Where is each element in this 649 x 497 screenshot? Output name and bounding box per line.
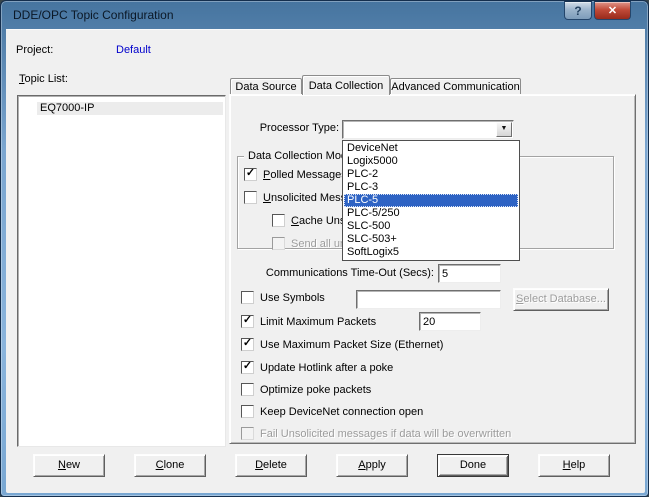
dropdown-option[interactable]: Logix5000: [344, 155, 518, 168]
cache-unsolicited-label: Cache Uns: [291, 215, 346, 227]
polled-messages-checkbox[interactable]: ✓: [244, 168, 257, 181]
optimize-poke-label: Optimize poke packets: [260, 384, 372, 396]
fail-unsolicited-label: Fail Unsolicited messages if data will b…: [260, 428, 512, 440]
tab-data-source[interactable]: Data Source: [230, 78, 302, 94]
check-icon: ✓: [242, 314, 253, 326]
processor-type-value[interactable]: [342, 120, 514, 139]
polled-messages-label: Polled Messages: [263, 169, 347, 181]
topic-list[interactable]: EQ7000-IP: [17, 95, 226, 447]
update-hotlink-checkbox[interactable]: ✓: [241, 361, 254, 374]
limit-packets-input[interactable]: [419, 312, 481, 331]
dropdown-option[interactable]: SoftLogix5: [344, 246, 518, 259]
update-hotlink-label: Update Hotlink after a poke: [260, 362, 394, 374]
project-value: Default: [116, 44, 151, 56]
fail-unsolicited-checkbox: [241, 427, 254, 440]
help-button-bottom[interactable]: Help: [538, 454, 610, 477]
cache-unsolicited-checkbox[interactable]: [272, 214, 285, 227]
window-title: DDE/OPC Topic Configuration: [13, 8, 174, 22]
select-database-button: Select Database...: [513, 288, 609, 311]
question-icon: ?: [574, 3, 582, 18]
keep-devicenet-label: Keep DeviceNet connection open: [260, 406, 424, 418]
tab-advanced-communication[interactable]: Advanced Communication: [390, 78, 521, 94]
help-button[interactable]: ?: [564, 1, 592, 20]
topic-list-label: Topic List:: [19, 73, 68, 85]
chevron-down-icon[interactable]: ▼: [496, 122, 512, 137]
delete-button[interactable]: Delete: [235, 454, 307, 477]
check-icon: ✓: [242, 360, 253, 372]
processor-type-combobox[interactable]: ▼: [342, 120, 514, 139]
limit-packets-checkbox[interactable]: ✓: [241, 315, 254, 328]
caption-buttons: ? ✕: [564, 1, 631, 20]
use-symbols-input[interactable]: [356, 290, 501, 309]
use-symbols-label: Use Symbols: [260, 292, 325, 304]
optimize-poke-checkbox[interactable]: [241, 383, 254, 396]
use-symbols-checkbox[interactable]: [241, 291, 254, 304]
dialog-window: DDE/OPC Topic Configuration ? ✕ Project:…: [0, 0, 649, 497]
close-button[interactable]: ✕: [594, 1, 631, 20]
data-collection-mode-label: Data Collection Mod: [244, 150, 352, 163]
dropdown-option[interactable]: SLC-500: [344, 220, 518, 233]
max-packet-size-checkbox[interactable]: ✓: [241, 338, 254, 351]
max-packet-size-label: Use Maximum Packet Size (Ethernet): [260, 339, 444, 351]
dropdown-option-selected[interactable]: PLC-5: [344, 194, 518, 207]
dropdown-option[interactable]: DeviceNet: [344, 142, 518, 155]
processor-type-label: Processor Type:: [259, 122, 339, 134]
dropdown-option[interactable]: PLC-2: [344, 168, 518, 181]
topic-list-item[interactable]: EQ7000-IP: [37, 102, 223, 115]
processor-type-dropdown-list: DeviceNet Logix5000 PLC-2 PLC-3 PLC-5 PL…: [342, 140, 520, 261]
dropdown-option[interactable]: SLC-503+: [344, 233, 518, 246]
limit-packets-label: Limit Maximum Packets: [260, 316, 377, 328]
new-button[interactable]: New: [33, 454, 105, 477]
project-label: Project:: [16, 44, 54, 56]
check-icon: ✓: [245, 167, 256, 179]
keep-devicenet-checkbox[interactable]: [241, 405, 254, 418]
close-icon: ✕: [607, 5, 618, 17]
send-all-unsolicited-checkbox: [272, 237, 285, 250]
unsolicited-messages-checkbox[interactable]: [244, 191, 257, 204]
tab-data-collection[interactable]: Data Collection: [302, 75, 390, 95]
timeout-input[interactable]: [438, 264, 501, 283]
dropdown-option[interactable]: PLC-5/250: [344, 207, 518, 220]
unsolicited-messages-label: Unsolicited Mess: [263, 192, 347, 204]
dropdown-option[interactable]: PLC-3: [344, 181, 518, 194]
done-button[interactable]: Done: [437, 454, 509, 477]
check-icon: ✓: [242, 337, 253, 349]
apply-button[interactable]: Apply: [336, 454, 408, 477]
clone-button[interactable]: Clone: [134, 454, 206, 477]
titlebar[interactable]: DDE/OPC Topic Configuration: [1, 1, 648, 29]
send-all-unsolicited-label: Send all un: [291, 238, 347, 250]
timeout-label: Communications Time-Out (Secs):: [265, 267, 434, 279]
